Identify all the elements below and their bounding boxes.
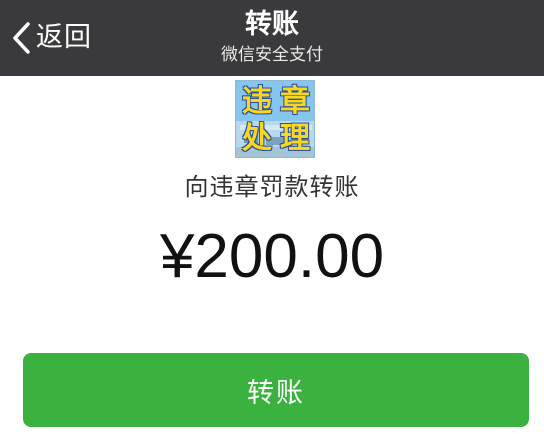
avatar-char: 违 bbox=[242, 84, 272, 119]
page-subtitle: 微信安全支付 bbox=[221, 45, 323, 65]
avatar-char: 处 bbox=[242, 121, 272, 156]
page-title: 转账 bbox=[245, 9, 299, 40]
avatar-char: 章 bbox=[280, 84, 310, 119]
top-navigation-bar: 返回 转账 微信安全支付 bbox=[0, 0, 544, 76]
payee-avatar: 违 章 处 理 bbox=[235, 80, 315, 158]
transfer-button-label: 转账 bbox=[247, 377, 305, 409]
transfer-button[interactable]: 转账 bbox=[23, 353, 529, 427]
avatar-text: 违 章 处 理 bbox=[238, 83, 314, 157]
transfer-amount: ¥200.00 bbox=[159, 222, 385, 291]
avatar-char: 理 bbox=[280, 121, 310, 156]
payee-caption: 向违章罚款转账 bbox=[184, 173, 360, 201]
